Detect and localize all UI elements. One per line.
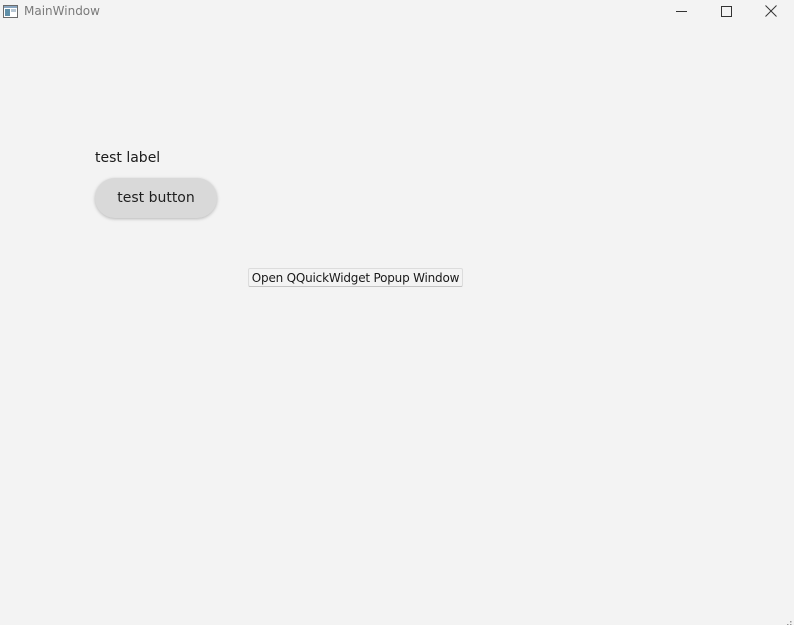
open-popup-window-label: Open QQuickWidget Popup Window (251, 270, 460, 285)
open-popup-window-button[interactable]: Open QQuickWidget Popup Window (248, 268, 463, 287)
test-label: test label (95, 150, 161, 166)
size-grip-icon[interactable] (783, 614, 792, 625)
window-title: MainWindow (24, 4, 100, 18)
title-bar[interactable]: MainWindow (0, 0, 794, 22)
minimize-button[interactable] (658, 0, 704, 22)
main-window: MainWindow test label test button Open Q… (0, 0, 794, 625)
close-button[interactable] (748, 0, 794, 22)
maximize-icon (720, 2, 732, 21)
minimize-icon (675, 2, 687, 21)
test-button-label: test button (117, 190, 195, 206)
test-button[interactable]: test button (95, 178, 217, 218)
close-icon (765, 2, 777, 21)
app-window-icon (3, 3, 18, 18)
maximize-button[interactable] (703, 0, 749, 22)
